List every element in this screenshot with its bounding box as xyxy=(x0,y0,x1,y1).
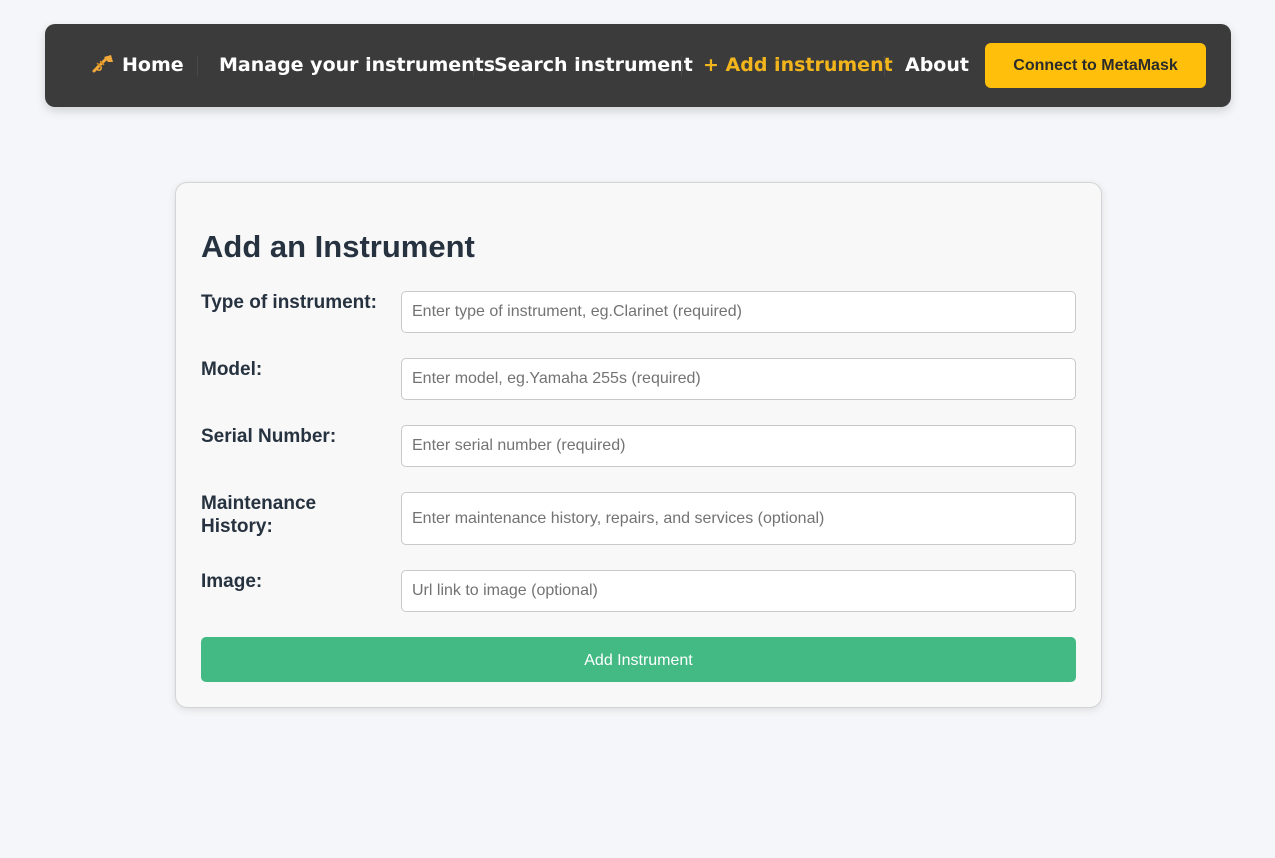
image-label: Image: xyxy=(201,571,263,592)
connect-metamask-button[interactable]: Connect to MetaMask xyxy=(985,43,1206,88)
nav-add-link[interactable]: + Add instrument xyxy=(703,24,893,107)
nav-divider xyxy=(473,56,474,76)
nav-home-label: Home xyxy=(122,54,184,76)
top-navbar: Home Manage your instruments Search inst… xyxy=(45,24,1231,107)
serial-number-input[interactable] xyxy=(401,425,1076,467)
model-label: Model: xyxy=(201,359,263,380)
page-title: Add an Instrument xyxy=(201,229,475,264)
nav-search-link[interactable]: Search instrument xyxy=(494,24,693,107)
add-instrument-card: Add an Instrument Type of instrument: Mo… xyxy=(175,182,1102,708)
trumpet-icon xyxy=(92,55,113,73)
nav-about-link[interactable]: About xyxy=(905,24,969,107)
nav-home-link[interactable]: Home xyxy=(92,24,184,107)
add-instrument-button[interactable]: Add Instrument xyxy=(201,637,1076,682)
nav-manage-link[interactable]: Manage your instruments xyxy=(219,24,495,107)
maintenance-history-input[interactable] xyxy=(401,492,1076,545)
model-input[interactable] xyxy=(401,358,1076,400)
nav-divider xyxy=(197,56,198,76)
nav-divider xyxy=(681,56,682,76)
nav-divider xyxy=(884,56,885,76)
serial-number-label: Serial Number: xyxy=(201,426,337,447)
maintenance-history-label: Maintenance History: xyxy=(201,493,317,537)
type-input[interactable] xyxy=(401,291,1076,333)
type-label: Type of instrument: xyxy=(201,292,377,313)
image-url-input[interactable] xyxy=(401,570,1076,612)
